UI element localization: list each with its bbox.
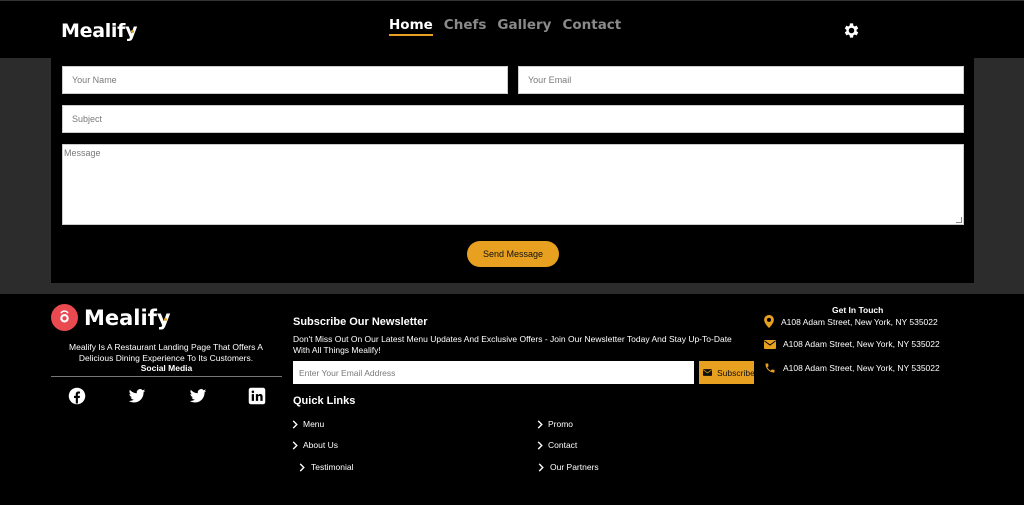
chevron-right-icon [537, 440, 543, 450]
twitter-icon[interactable] [189, 387, 207, 405]
envelope-icon [703, 369, 712, 376]
quick-link-label: About Us [303, 440, 338, 450]
chevron-right-icon [299, 462, 305, 472]
quick-link-label: Our Partners [550, 462, 599, 472]
subscribe-label: Subscribe [717, 367, 754, 378]
newsletter-title: Subscribe Our Newsletter [293, 316, 428, 328]
site-header: Mealify Home Chefs Gallery Contact [0, 0, 1024, 58]
logo-accent-dot [131, 30, 134, 33]
newsletter-email-input[interactable]: Enter Your Email Address [293, 361, 694, 384]
newsletter-text: Don't Miss Out On Our Latest Menu Update… [293, 334, 732, 355]
message-textarea[interactable]: Message [62, 144, 964, 225]
resize-handle-icon[interactable] [956, 217, 962, 223]
contact-text: A108 Adam Street, New York, NY 535022 [783, 339, 940, 349]
quick-link-contact[interactable]: Contact [537, 440, 577, 450]
phone-icon [765, 363, 775, 373]
email-field[interactable]: Your Email [518, 66, 964, 94]
chevron-right-icon [292, 419, 298, 429]
envelope-icon [764, 339, 776, 349]
name-field[interactable]: Your Name [62, 66, 508, 94]
quick-links-title: Quick Links [293, 395, 356, 407]
email-placeholder: Your Email [528, 75, 572, 85]
quick-link-our-partners[interactable]: Our Partners [537, 462, 599, 472]
gear-icon[interactable] [842, 21, 861, 40]
quick-link-menu[interactable]: Menu [292, 419, 324, 429]
quick-link-about-us[interactable]: About Us [292, 440, 338, 450]
main-nav: Home Chefs Gallery Contact [389, 17, 621, 36]
quick-link-testimonial[interactable]: Testimonial [298, 462, 354, 472]
nav-chefs[interactable]: Chefs [444, 17, 487, 36]
contact-phone: A108 Adam Street, New York, NY 535022 [764, 362, 940, 374]
quick-link-label: Testimonial [311, 462, 354, 472]
facebook-icon[interactable] [68, 387, 86, 405]
footer-divider [51, 376, 282, 377]
chevron-right-icon [538, 462, 544, 472]
message-placeholder: Message [64, 148, 101, 158]
about-text: Mealify Is A Restaurant Landing Page Tha… [69, 342, 263, 363]
social-media-heading: Social Media [140, 363, 193, 373]
quick-link-promo[interactable]: Promo [537, 419, 573, 429]
nav-home[interactable]: Home [389, 17, 433, 36]
subject-field[interactable]: Subject [62, 105, 964, 133]
quick-link-label: Menu [303, 419, 325, 429]
chevron-right-icon [292, 440, 298, 450]
name-placeholder: Your Name [72, 75, 117, 85]
subject-placeholder: Subject [72, 114, 103, 124]
nav-contact[interactable]: Contact [562, 17, 621, 36]
linkedin-icon[interactable] [248, 387, 266, 405]
location-pin-icon [764, 315, 774, 328]
footer-logo[interactable]: Mealify [84, 306, 171, 330]
contact-email: A108 Adam Street, New York, NY 535022 [764, 339, 940, 349]
contact-text: A108 Adam Street, New York, NY 535022 [783, 363, 940, 373]
get-in-touch-title: Get In Touch [832, 305, 884, 315]
site-logo[interactable]: Mealify [61, 20, 138, 42]
footer-logo-dot [164, 318, 167, 321]
contact-address: A108 Adam Street, New York, NY 535022 [764, 315, 938, 328]
subscribe-button[interactable]: Subscribe [699, 361, 754, 384]
twitter-icon[interactable] [128, 387, 146, 405]
send-message-button[interactable]: Send Message [467, 241, 559, 267]
contact-text: A108 Adam Street, New York, NY 535022 [781, 316, 938, 327]
nav-gallery[interactable]: Gallery [497, 17, 551, 36]
newsletter-placeholder: Enter Your Email Address [299, 367, 396, 378]
chef-logo-icon [51, 304, 78, 331]
quick-link-label: Contact [548, 440, 578, 450]
chevron-right-icon [537, 419, 543, 429]
quick-link-label: Promo [548, 419, 574, 429]
